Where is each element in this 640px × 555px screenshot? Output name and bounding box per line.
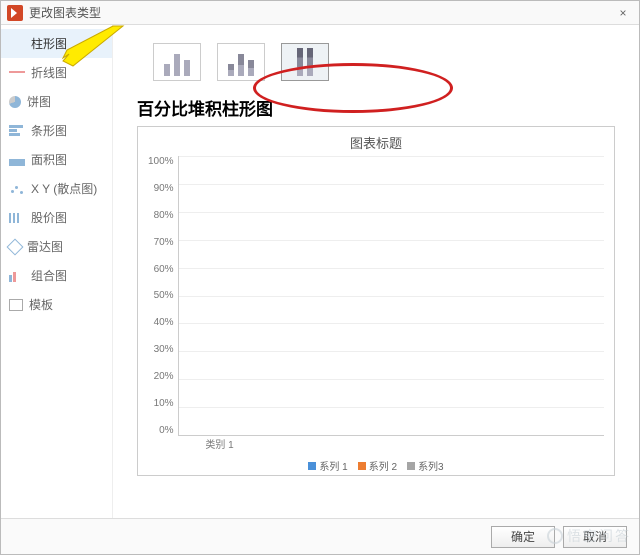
plot-grid: 类别 1 xyxy=(178,156,604,436)
legend-label-3: 系列3 xyxy=(418,458,444,473)
dialog-footer: 确定 取消 xyxy=(1,518,639,554)
sidebar-item-stock[interactable]: 股价图 xyxy=(1,203,112,232)
sidebar-item-label: 组合图 xyxy=(31,267,67,284)
radar-chart-icon xyxy=(7,238,24,255)
sidebar-item-label: X Y (散点图) xyxy=(31,180,97,197)
area-chart-icon xyxy=(9,154,25,166)
legend-item-3: 系列3 xyxy=(407,458,444,473)
sidebar-item-combo[interactable]: 组合图 xyxy=(1,261,112,290)
dialog-window: 更改图表类型 × 柱形图 折线图 饼图 条形图 面积图 xyxy=(0,0,640,555)
window-title: 更改图表类型 xyxy=(29,4,613,21)
legend-swatch-3-icon xyxy=(407,462,415,470)
line-chart-icon xyxy=(9,67,25,79)
sidebar-item-radar[interactable]: 雷达图 xyxy=(1,232,112,261)
pie-chart-icon xyxy=(9,96,21,108)
bar-chart-icon xyxy=(9,125,25,136)
y-axis: 100%90%80%70%60%50%40%30%20%10%0% xyxy=(148,156,178,436)
watermark-text: 悟空问答 xyxy=(567,526,631,546)
legend-swatch-1-icon xyxy=(308,462,316,470)
legend-item-1: 系列 1 xyxy=(308,458,347,473)
stock-chart-icon xyxy=(9,212,25,224)
sidebar-item-label: 饼图 xyxy=(27,93,51,110)
legend-label-2: 系列 2 xyxy=(369,458,397,473)
column-chart-icon xyxy=(9,38,25,50)
sidebar-item-area[interactable]: 面积图 xyxy=(1,145,112,174)
close-icon[interactable]: × xyxy=(613,6,633,20)
titlebar: 更改图表类型 × xyxy=(1,1,639,25)
sidebar-item-label: 折线图 xyxy=(31,64,67,81)
preview-chart-title: 图表标题 xyxy=(148,133,604,152)
sidebar-item-label: 面积图 xyxy=(31,151,67,168)
sidebar-item-bar[interactable]: 条形图 xyxy=(1,116,112,145)
legend-item-2: 系列 2 xyxy=(358,458,397,473)
sidebar-item-column[interactable]: 柱形图 xyxy=(1,29,112,58)
subtype-variants xyxy=(153,43,615,81)
variant-clustered-column[interactable] xyxy=(153,43,201,81)
chart-type-sidebar: 柱形图 折线图 饼图 条形图 面积图 X Y (散点图) xyxy=(1,25,113,519)
sidebar-item-label: 柱形图 xyxy=(31,35,67,52)
variant-percent-stacked-column[interactable] xyxy=(281,43,329,81)
combo-chart-icon xyxy=(9,270,25,282)
sidebar-item-label: 模板 xyxy=(29,296,53,313)
subtype-title: 百分比堆积柱形图 xyxy=(137,95,615,120)
legend-label-1: 系列 1 xyxy=(319,458,347,473)
sidebar-item-line[interactable]: 折线图 xyxy=(1,58,112,87)
sidebar-item-pie[interactable]: 饼图 xyxy=(1,87,112,116)
variant-stacked-column[interactable] xyxy=(217,43,265,81)
watermark: 悟空问答 xyxy=(547,526,631,546)
legend: 系列 1 系列 2 系列3 xyxy=(148,458,604,473)
plot-area: 100%90%80%70%60%50%40%30%20%10%0% 类别 1 xyxy=(148,156,604,436)
template-icon xyxy=(9,299,23,311)
watermark-icon xyxy=(547,528,563,544)
sidebar-item-label: 雷达图 xyxy=(27,238,63,255)
sidebar-item-template[interactable]: 模板 xyxy=(1,290,112,319)
sidebar-item-label: 股价图 xyxy=(31,209,67,226)
app-logo-icon xyxy=(7,5,23,21)
sidebar-item-scatter[interactable]: X Y (散点图) xyxy=(1,174,112,203)
x-category-label: 类别 1 xyxy=(199,436,241,451)
scatter-chart-icon xyxy=(9,183,25,195)
chart-preview: 图表标题 100%90%80%70%60%50%40%30%20%10%0% 类… xyxy=(137,126,615,476)
legend-swatch-2-icon xyxy=(358,462,366,470)
sidebar-item-label: 条形图 xyxy=(31,122,67,139)
content-pane: 百分比堆积柱形图 图表标题 100%90%80%70%60%50%40%30%2… xyxy=(113,25,639,519)
ok-button[interactable]: 确定 xyxy=(491,526,555,548)
